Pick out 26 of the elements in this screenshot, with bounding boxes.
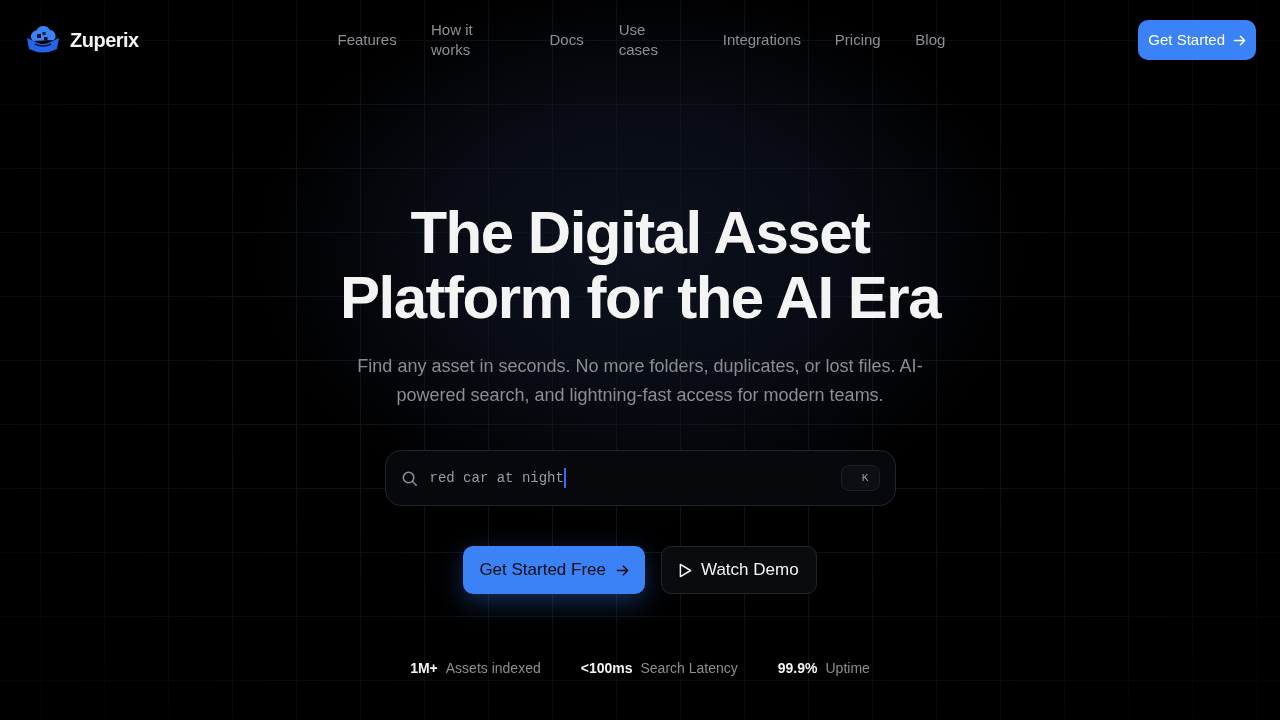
stat-value: 1M+ bbox=[410, 659, 438, 678]
search-icon bbox=[401, 470, 417, 486]
stat-value: 99.9% bbox=[777, 659, 818, 678]
nav-link[interactable]: Use cases bbox=[618, 20, 687, 60]
arrow-right-icon bbox=[1233, 33, 1246, 47]
nav-link[interactable]: Docs bbox=[549, 30, 583, 50]
stat-label: Assets indexed bbox=[445, 659, 541, 678]
stat-value: <100ms bbox=[580, 659, 633, 678]
arrow-right-icon bbox=[616, 563, 629, 577]
hero-subtitle: Find any asset in seconds. No more folders, duplicates, or lost files. AI-powered search, and lightning-fast access for modern teams. bbox=[356, 355, 924, 407]
stat-label: Uptime bbox=[825, 659, 870, 678]
stat-label: Search Latency bbox=[640, 659, 738, 678]
nav-link[interactable]: Blog bbox=[915, 30, 945, 50]
get-started-button[interactable]: Get Started bbox=[1138, 20, 1256, 60]
nav-link[interactable]: How it works bbox=[431, 20, 514, 60]
nav-link[interactable]: Integrations bbox=[722, 30, 799, 50]
watch-demo-button[interactable]: Watch Demo bbox=[661, 546, 817, 594]
get-started-free-button[interactable]: Get Started Free bbox=[463, 546, 645, 594]
play-icon bbox=[679, 562, 692, 578]
nav-link[interactable]: Features bbox=[337, 30, 395, 50]
search-field[interactable]: red car at night K bbox=[384, 450, 896, 506]
brand-name[interactable]: Zuperix bbox=[70, 25, 139, 55]
logo-icon bbox=[26, 26, 60, 54]
keyboard-shortcut: K bbox=[840, 465, 880, 491]
hero-heading: The Digital Asset Platform for the AI Era bbox=[338, 200, 942, 330]
nav-link[interactable]: Pricing bbox=[834, 30, 880, 50]
